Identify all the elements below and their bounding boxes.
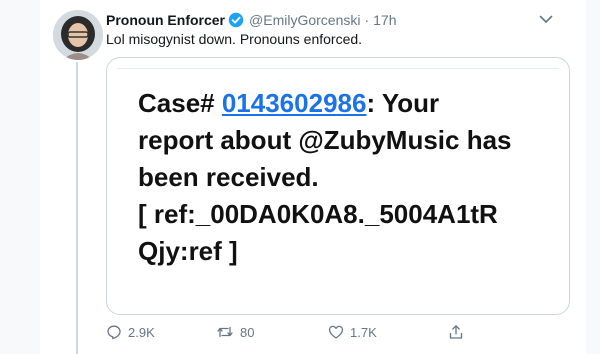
tweet[interactable]: Pronoun Enforcer @EmilyGorcenski · 17h L… — [40, 0, 586, 354]
case-number-link[interactable]: 0143602986 — [222, 88, 367, 118]
timestamp[interactable]: 17h — [373, 12, 396, 28]
reply-button[interactable]: 2.9K — [106, 322, 155, 342]
card-line1-rest: : Your — [366, 88, 440, 118]
card-divider — [117, 68, 559, 69]
reply-icon — [106, 324, 122, 340]
action-bar: 2.9K 80 1.7K — [106, 322, 506, 342]
right-gutter — [586, 0, 600, 354]
card-message: Case# 0143602986: Your report about @Zub… — [138, 85, 558, 270]
card-line2: report about @ZubyMusic has — [138, 125, 512, 155]
chevron-down-icon[interactable] — [536, 10, 556, 28]
card-line4: [ ref:_00DA0K0A8._5004A1tR — [138, 199, 498, 229]
thread-line — [76, 62, 78, 354]
screenshot-card[interactable]: Case# 0143602986: Your report about @Zub… — [106, 57, 570, 315]
tweet-header: Pronoun Enforcer @EmilyGorcenski · 17h — [106, 11, 566, 29]
retweet-icon — [216, 324, 234, 340]
card-line5: Qjy:ref ] — [138, 236, 238, 266]
card-line3: been received. — [138, 162, 319, 192]
share-button[interactable] — [448, 322, 464, 342]
retweet-button[interactable]: 80 — [216, 322, 254, 342]
display-name[interactable]: Pronoun Enforcer — [106, 12, 225, 28]
left-gutter — [0, 0, 40, 354]
verified-badge-icon — [228, 12, 244, 28]
user-handle[interactable]: @EmilyGorcenski — [249, 12, 360, 28]
avatar[interactable] — [53, 10, 103, 60]
like-count: 1.7K — [350, 324, 377, 340]
retweet-count: 80 — [240, 324, 255, 340]
tweet-text: Lol misogynist down. Pronouns enforced. — [106, 31, 363, 47]
separator-dot: · — [364, 12, 370, 28]
share-icon — [448, 324, 464, 340]
like-icon — [328, 324, 344, 340]
case-prefix: Case# — [138, 88, 222, 118]
like-button[interactable]: 1.7K — [328, 322, 377, 342]
reply-count: 2.9K — [128, 324, 155, 340]
